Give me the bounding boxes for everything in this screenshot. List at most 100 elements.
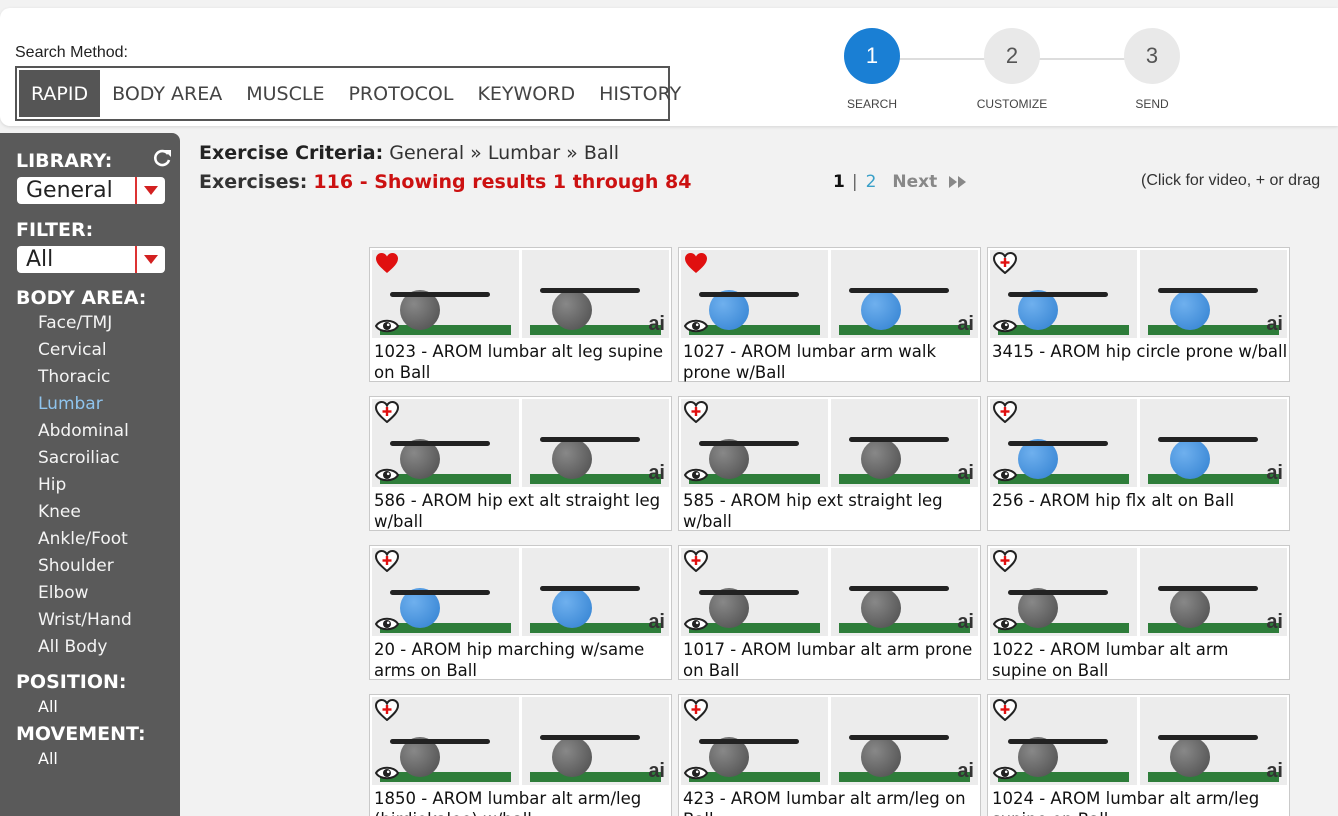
exercise-card[interactable]: ai 1850 - AROM lumbar alt arm/leg (birdjo… [369, 694, 672, 816]
fast-forward-icon[interactable] [949, 176, 967, 188]
exercise-caption[interactable]: 20 - AROM hip marching w/same arms on Ba… [374, 639, 670, 681]
exercise-caption[interactable]: 1017 - AROM lumbar alt arm prone on Ball [683, 639, 979, 681]
exercise-card[interactable]: ai 256 - AROM hip flx alt on Ball [987, 396, 1290, 531]
exercise-caption[interactable]: 1027 - AROM lumbar arm walk prone w/Ball [683, 341, 979, 383]
eye-icon[interactable] [993, 467, 1017, 483]
exercise-thumbnail[interactable]: ai [831, 548, 978, 636]
eye-icon[interactable] [684, 467, 708, 483]
exercise-thumbnail[interactable]: ai [522, 250, 669, 338]
exercise-caption[interactable]: 585 - AROM hip ext straight leg w/ball [683, 490, 979, 532]
exercise-thumbnail[interactable]: ai [522, 399, 669, 487]
exercise-thumbnail[interactable]: ai [1140, 548, 1287, 636]
exercise-thumbnail[interactable]: ai [522, 548, 669, 636]
exercise-caption[interactable]: 1022 - AROM lumbar alt arm supine on Bal… [992, 639, 1288, 681]
sidebar-item-abdominal[interactable]: Abdominal [38, 421, 129, 441]
heart-add-icon[interactable] [684, 699, 708, 721]
exercise-card[interactable]: ai 423 - AROM lumbar alt arm/leg on Ball [678, 694, 981, 816]
step-send[interactable]: 3 SEND [1107, 28, 1197, 111]
exercise-card[interactable]: ai 1023 - AROM lumbar alt leg supine on B… [369, 247, 672, 382]
exercise-thumbnails[interactable]: ai [681, 399, 978, 487]
exercise-thumbnail[interactable]: ai [831, 399, 978, 487]
eye-icon[interactable] [375, 616, 399, 632]
exercise-thumbnail[interactable]: ai [1140, 399, 1287, 487]
exercise-thumbnails[interactable]: ai [990, 697, 1287, 785]
heart-filled-icon[interactable] [375, 252, 399, 274]
exercise-card[interactable]: ai 586 - AROM hip ext alt straight leg w/… [369, 396, 672, 531]
eye-icon[interactable] [375, 765, 399, 781]
heart-add-icon[interactable] [375, 699, 399, 721]
sidebar-item-knee[interactable]: Knee [38, 502, 81, 522]
movement-value[interactable]: All [38, 749, 58, 768]
exercise-caption[interactable]: 256 - AROM hip flx alt on Ball [992, 490, 1288, 511]
sidebar-item-sacroiliac[interactable]: Sacroiliac [38, 448, 120, 468]
exercise-caption[interactable]: 586 - AROM hip ext alt straight leg w/ba… [374, 490, 670, 532]
exercise-card[interactable]: ai 585 - AROM hip ext straight leg w/ball [678, 396, 981, 531]
tab-protocol[interactable]: PROTOCOL [336, 70, 465, 117]
sidebar-item-wrist-hand[interactable]: Wrist/Hand [38, 610, 132, 630]
exercise-caption[interactable]: 1024 - AROM lumbar alt arm/leg supine on… [992, 788, 1288, 816]
exercise-card[interactable]: ai 1024 - AROM lumbar alt arm/leg supine … [987, 694, 1290, 816]
tab-keyword[interactable]: KEYWORD [465, 70, 587, 117]
exercise-thumbnail[interactable]: ai [831, 697, 978, 785]
tab-history[interactable]: HISTORY [587, 70, 693, 117]
eye-icon[interactable] [375, 467, 399, 483]
heart-add-icon[interactable] [684, 401, 708, 423]
exercise-caption[interactable]: 3415 - AROM hip circle prone w/ball [992, 341, 1288, 362]
exercise-thumbnails[interactable]: ai [372, 697, 669, 785]
exercise-caption[interactable]: 1023 - AROM lumbar alt leg supine on Bal… [374, 341, 670, 383]
exercise-thumbnail[interactable]: ai [831, 250, 978, 338]
exercise-thumbnails[interactable]: ai [372, 548, 669, 636]
eye-icon[interactable] [684, 318, 708, 334]
exercise-card[interactable]: ai 1017 - AROM lumbar alt arm prone on Ba… [678, 545, 981, 680]
exercise-caption[interactable]: 423 - AROM lumbar alt arm/leg on Ball [683, 788, 979, 816]
exercise-card[interactable]: ai 3415 - AROM hip circle prone w/ball [987, 247, 1290, 382]
eye-icon[interactable] [684, 616, 708, 632]
heart-add-icon[interactable] [993, 252, 1017, 274]
eye-icon[interactable] [993, 765, 1017, 781]
tab-rapid[interactable]: RAPID [19, 70, 101, 117]
step-customize[interactable]: 2 CUSTOMIZE [967, 28, 1057, 111]
step-search[interactable]: 1 SEARCH [827, 28, 917, 111]
sidebar-item-cervical[interactable]: Cervical [38, 340, 107, 360]
exercise-thumbnail[interactable]: ai [522, 697, 669, 785]
exercise-thumbnails[interactable]: ai [681, 697, 978, 785]
heart-add-icon[interactable] [993, 401, 1017, 423]
eye-icon[interactable] [375, 318, 399, 334]
eye-icon[interactable] [993, 318, 1017, 334]
filter-select[interactable]: All [17, 246, 165, 273]
library-select[interactable]: General [17, 177, 165, 204]
next-page-button[interactable]: Next [892, 172, 937, 192]
sidebar-item-shoulder[interactable]: Shoulder [38, 556, 114, 576]
sidebar-item-elbow[interactable]: Elbow [38, 583, 89, 603]
heart-add-icon[interactable] [375, 401, 399, 423]
exercise-thumbnails[interactable]: ai [372, 250, 669, 338]
tab-muscle[interactable]: MUSCLE [234, 70, 336, 117]
exercise-thumbnail[interactable]: ai [1140, 697, 1287, 785]
eye-icon[interactable] [684, 765, 708, 781]
refresh-icon[interactable] [151, 147, 173, 169]
heart-add-icon[interactable] [993, 550, 1017, 572]
heart-add-icon[interactable] [375, 550, 399, 572]
eye-icon[interactable] [993, 616, 1017, 632]
position-value[interactable]: All [38, 697, 58, 716]
exercise-caption[interactable]: 1850 - AROM lumbar alt arm/leg (birdjoka… [374, 788, 670, 816]
exercise-thumbnails[interactable]: ai [990, 548, 1287, 636]
sidebar-item-hip[interactable]: Hip [38, 475, 66, 495]
sidebar-item-ankle-foot[interactable]: Ankle/Foot [38, 529, 128, 549]
exercise-thumbnails[interactable]: ai [990, 250, 1287, 338]
exercise-thumbnail[interactable]: ai [1140, 250, 1287, 338]
exercise-thumbnails[interactable]: ai [990, 399, 1287, 487]
heart-add-icon[interactable] [993, 699, 1017, 721]
exercise-thumbnails[interactable]: ai [681, 548, 978, 636]
heart-filled-icon[interactable] [684, 252, 708, 274]
tab-body-area[interactable]: BODY AREA [100, 70, 234, 117]
sidebar-item-face-tmj[interactable]: Face/TMJ [38, 313, 112, 333]
exercise-thumbnails[interactable]: ai [372, 399, 669, 487]
exercise-card[interactable]: ai 20 - AROM hip marching w/same arms on … [369, 545, 672, 680]
sidebar-item-lumbar[interactable]: Lumbar [38, 394, 103, 414]
sidebar-item-thoracic[interactable]: Thoracic [38, 367, 110, 387]
heart-add-icon[interactable] [684, 550, 708, 572]
page-link-2[interactable]: 2 [866, 172, 877, 192]
exercise-card[interactable]: ai 1027 - AROM lumbar arm walk prone w/Ba… [678, 247, 981, 382]
exercise-thumbnails[interactable]: ai [681, 250, 978, 338]
